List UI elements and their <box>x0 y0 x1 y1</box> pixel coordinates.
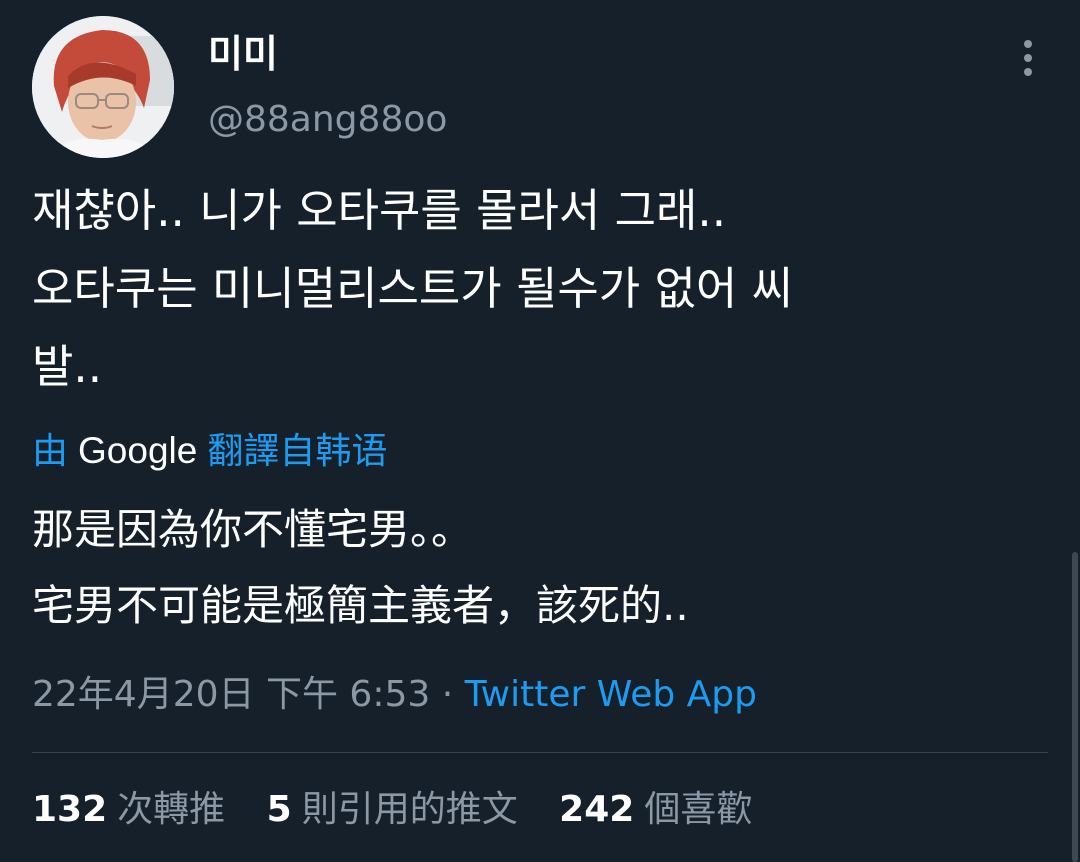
tweet-text: 재챦아.. 니가 오타쿠를 몰라서 그래.. 오타쿠는 미니멀리스트가 될수가 … <box>32 172 1042 406</box>
divider <box>32 752 1048 753</box>
likes-label: 個喜歡 <box>644 789 753 830</box>
google-logo: Google <box>78 430 198 471</box>
translated-text: 那是因為你不懂宅男。。 宅男不可能是極簡主義者，該死的.. <box>32 492 689 644</box>
quotes-count: 5 <box>266 789 292 830</box>
likes-stat[interactable]: 242 個喜歡 <box>559 784 752 836</box>
quotes-label: 則引用的推文 <box>301 789 518 830</box>
author-avatar[interactable] <box>32 16 174 158</box>
translated-from-link[interactable]: 翻譯自韩语 <box>207 431 387 472</box>
tweet-text-line: 오타쿠는 미니멀리스트가 될수가 없어 씨 <box>32 262 794 315</box>
retweets-count: 132 <box>32 789 108 830</box>
translation-attribution: 由 Google 翻譯自韩语 <box>32 428 387 475</box>
author-handle[interactable]: @88ang88oo <box>208 98 447 142</box>
more-vertical-icon <box>1024 40 1032 76</box>
tweet-stats: 132 次轉推 5 則引用的推文 242 個喜歡 <box>32 784 782 836</box>
more-options-button[interactable] <box>1008 36 1048 80</box>
translated-text-line: 那是因為你不懂宅男。。 <box>32 505 474 554</box>
scrollbar[interactable] <box>1072 552 1078 862</box>
tweet-timestamp[interactable]: 22年4月20日 下午 6:53 <box>32 674 430 715</box>
author-display-name[interactable]: 미미 <box>208 30 278 78</box>
tweet-metadata: 22年4月20日 下午 6:53 · Twitter Web App <box>32 670 757 720</box>
tweet-text-line: 재챦아.. 니가 오타쿠를 몰라서 그래.. <box>32 184 727 237</box>
translation-by-label: 由 <box>32 431 69 472</box>
tweet-source-link[interactable]: Twitter Web App <box>465 674 757 715</box>
quotes-stat[interactable]: 5 則引用的推文 <box>267 784 518 836</box>
tweet-text-line: 발.. <box>32 340 103 393</box>
meta-separator: · <box>441 674 454 715</box>
tweet-detail: 미미 @88ang88oo 재챦아.. 니가 오타쿠를 몰라서 그래.. 오타쿠… <box>0 0 1080 862</box>
retweets-stat[interactable]: 132 次轉推 <box>32 784 225 836</box>
translated-text-line: 宅男不可能是極簡主義者，該死的.. <box>32 581 689 630</box>
user-avatar-icon <box>32 16 174 158</box>
likes-count: 242 <box>559 789 635 830</box>
retweets-label: 次轉推 <box>117 789 226 830</box>
